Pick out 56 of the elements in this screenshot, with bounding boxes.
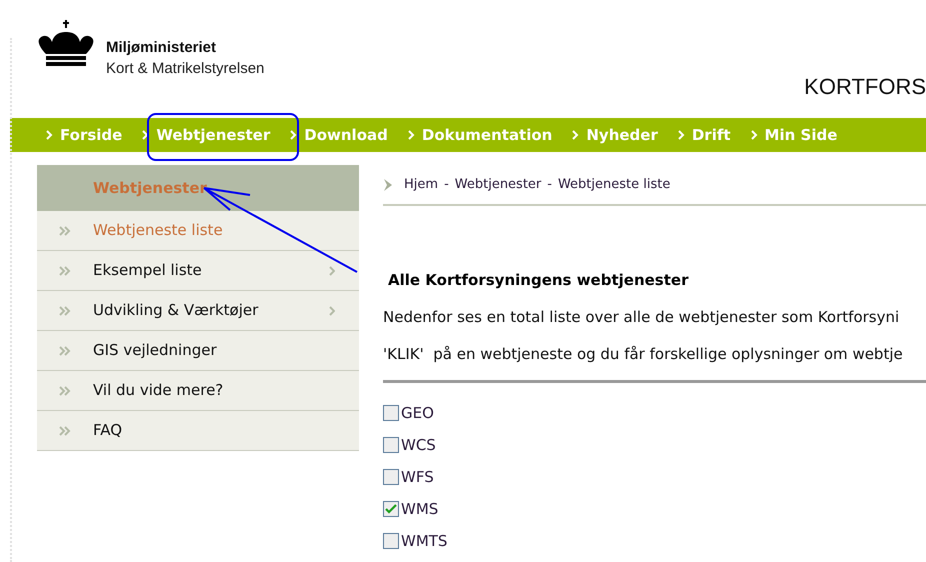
nav-link[interactable]: Dokumentation [422, 124, 552, 146]
sidebar-item[interactable]: Udvikling & Værktøjer [37, 291, 359, 331]
double-chevron-icon [59, 266, 71, 276]
sidebar-item-label: Webtjeneste liste [93, 220, 224, 242]
breadcrumb-link[interactable]: Webtjenester [454, 174, 542, 194]
nav-link[interactable]: Webtjenester [156, 124, 270, 146]
chevron-icon [290, 130, 298, 140]
breadcrumb-separator: - [547, 176, 552, 194]
sidebar-heading[interactable]: Webtjenester [37, 165, 359, 211]
checkbox[interactable] [383, 405, 399, 421]
double-chevron-icon [59, 386, 71, 396]
checkbox[interactable] [383, 437, 399, 453]
sidebar-item[interactable]: Webtjeneste liste [37, 211, 359, 251]
double-chevron-icon [59, 426, 71, 436]
site-title: KORTFORS [804, 73, 926, 98]
sidebar-item-label: GIS vejledninger [93, 340, 218, 362]
chevron-icon [408, 130, 415, 140]
double-chevron-icon [59, 346, 71, 356]
checkbox[interactable] [383, 501, 399, 517]
sidebar-item[interactable]: Vil du vide mere? [37, 371, 359, 411]
nav-link[interactable]: Download [304, 124, 388, 146]
checkbox-label: WMS [401, 499, 438, 520]
double-chevron-icon [59, 226, 71, 236]
checkbox-label: WMTS [401, 531, 448, 552]
nav-link[interactable]: Min Side [764, 124, 838, 146]
checkbox[interactable] [383, 469, 399, 485]
sidebar-item-label: Vil du vide mere? [93, 380, 224, 402]
sidebar-item-label: Eksempel liste [93, 260, 203, 282]
checkbox-label: WCS [401, 435, 436, 456]
content-heading: Alle Kortforsyningens webtjenester [388, 270, 690, 290]
chevron-icon [142, 130, 150, 140]
sidebar-item[interactable]: GIS vejledninger [37, 331, 359, 371]
chevron-icon [678, 130, 685, 140]
chevron-icon [46, 130, 53, 140]
sidebar-item-label: FAQ [93, 420, 124, 442]
agency-name: Kort & Matrikelstyrelsen [106, 59, 264, 79]
sidebar-item-label: Udvikling & Værktøjer [93, 300, 260, 322]
chevron-icon [572, 130, 580, 140]
breadcrumb-link[interactable]: Hjem [404, 174, 438, 194]
body-text: 'KLIK' på en webtjeneste og du får forskellige oplysninger om webtje [383, 344, 904, 364]
checkbox[interactable] [383, 533, 399, 549]
crown-logo-icon [36, 20, 96, 66]
nav-link[interactable]: Nyheder [586, 124, 658, 146]
sidebar-item[interactable]: FAQ [37, 411, 359, 451]
checkbox-label: WFS [401, 467, 434, 488]
double-chevron-icon [59, 306, 71, 316]
body-text: Nedenfor ses en total liste over alle de webtjenester som Kortforsyni [383, 307, 900, 327]
breadcrumb-chevron-icon [383, 178, 392, 190]
sidebar-item[interactable]: Eksempel liste [37, 251, 359, 291]
nav-link[interactable]: Forside [60, 124, 122, 146]
ministry-name: Miljøministeriet [106, 38, 218, 58]
chevron-icon [750, 130, 758, 140]
nav-link[interactable]: Drift [692, 124, 731, 146]
breadcrumb-link[interactable]: Webtjeneste liste [558, 174, 670, 194]
checkbox-label: GEO [401, 403, 434, 424]
breadcrumb-separator: - [444, 176, 449, 194]
